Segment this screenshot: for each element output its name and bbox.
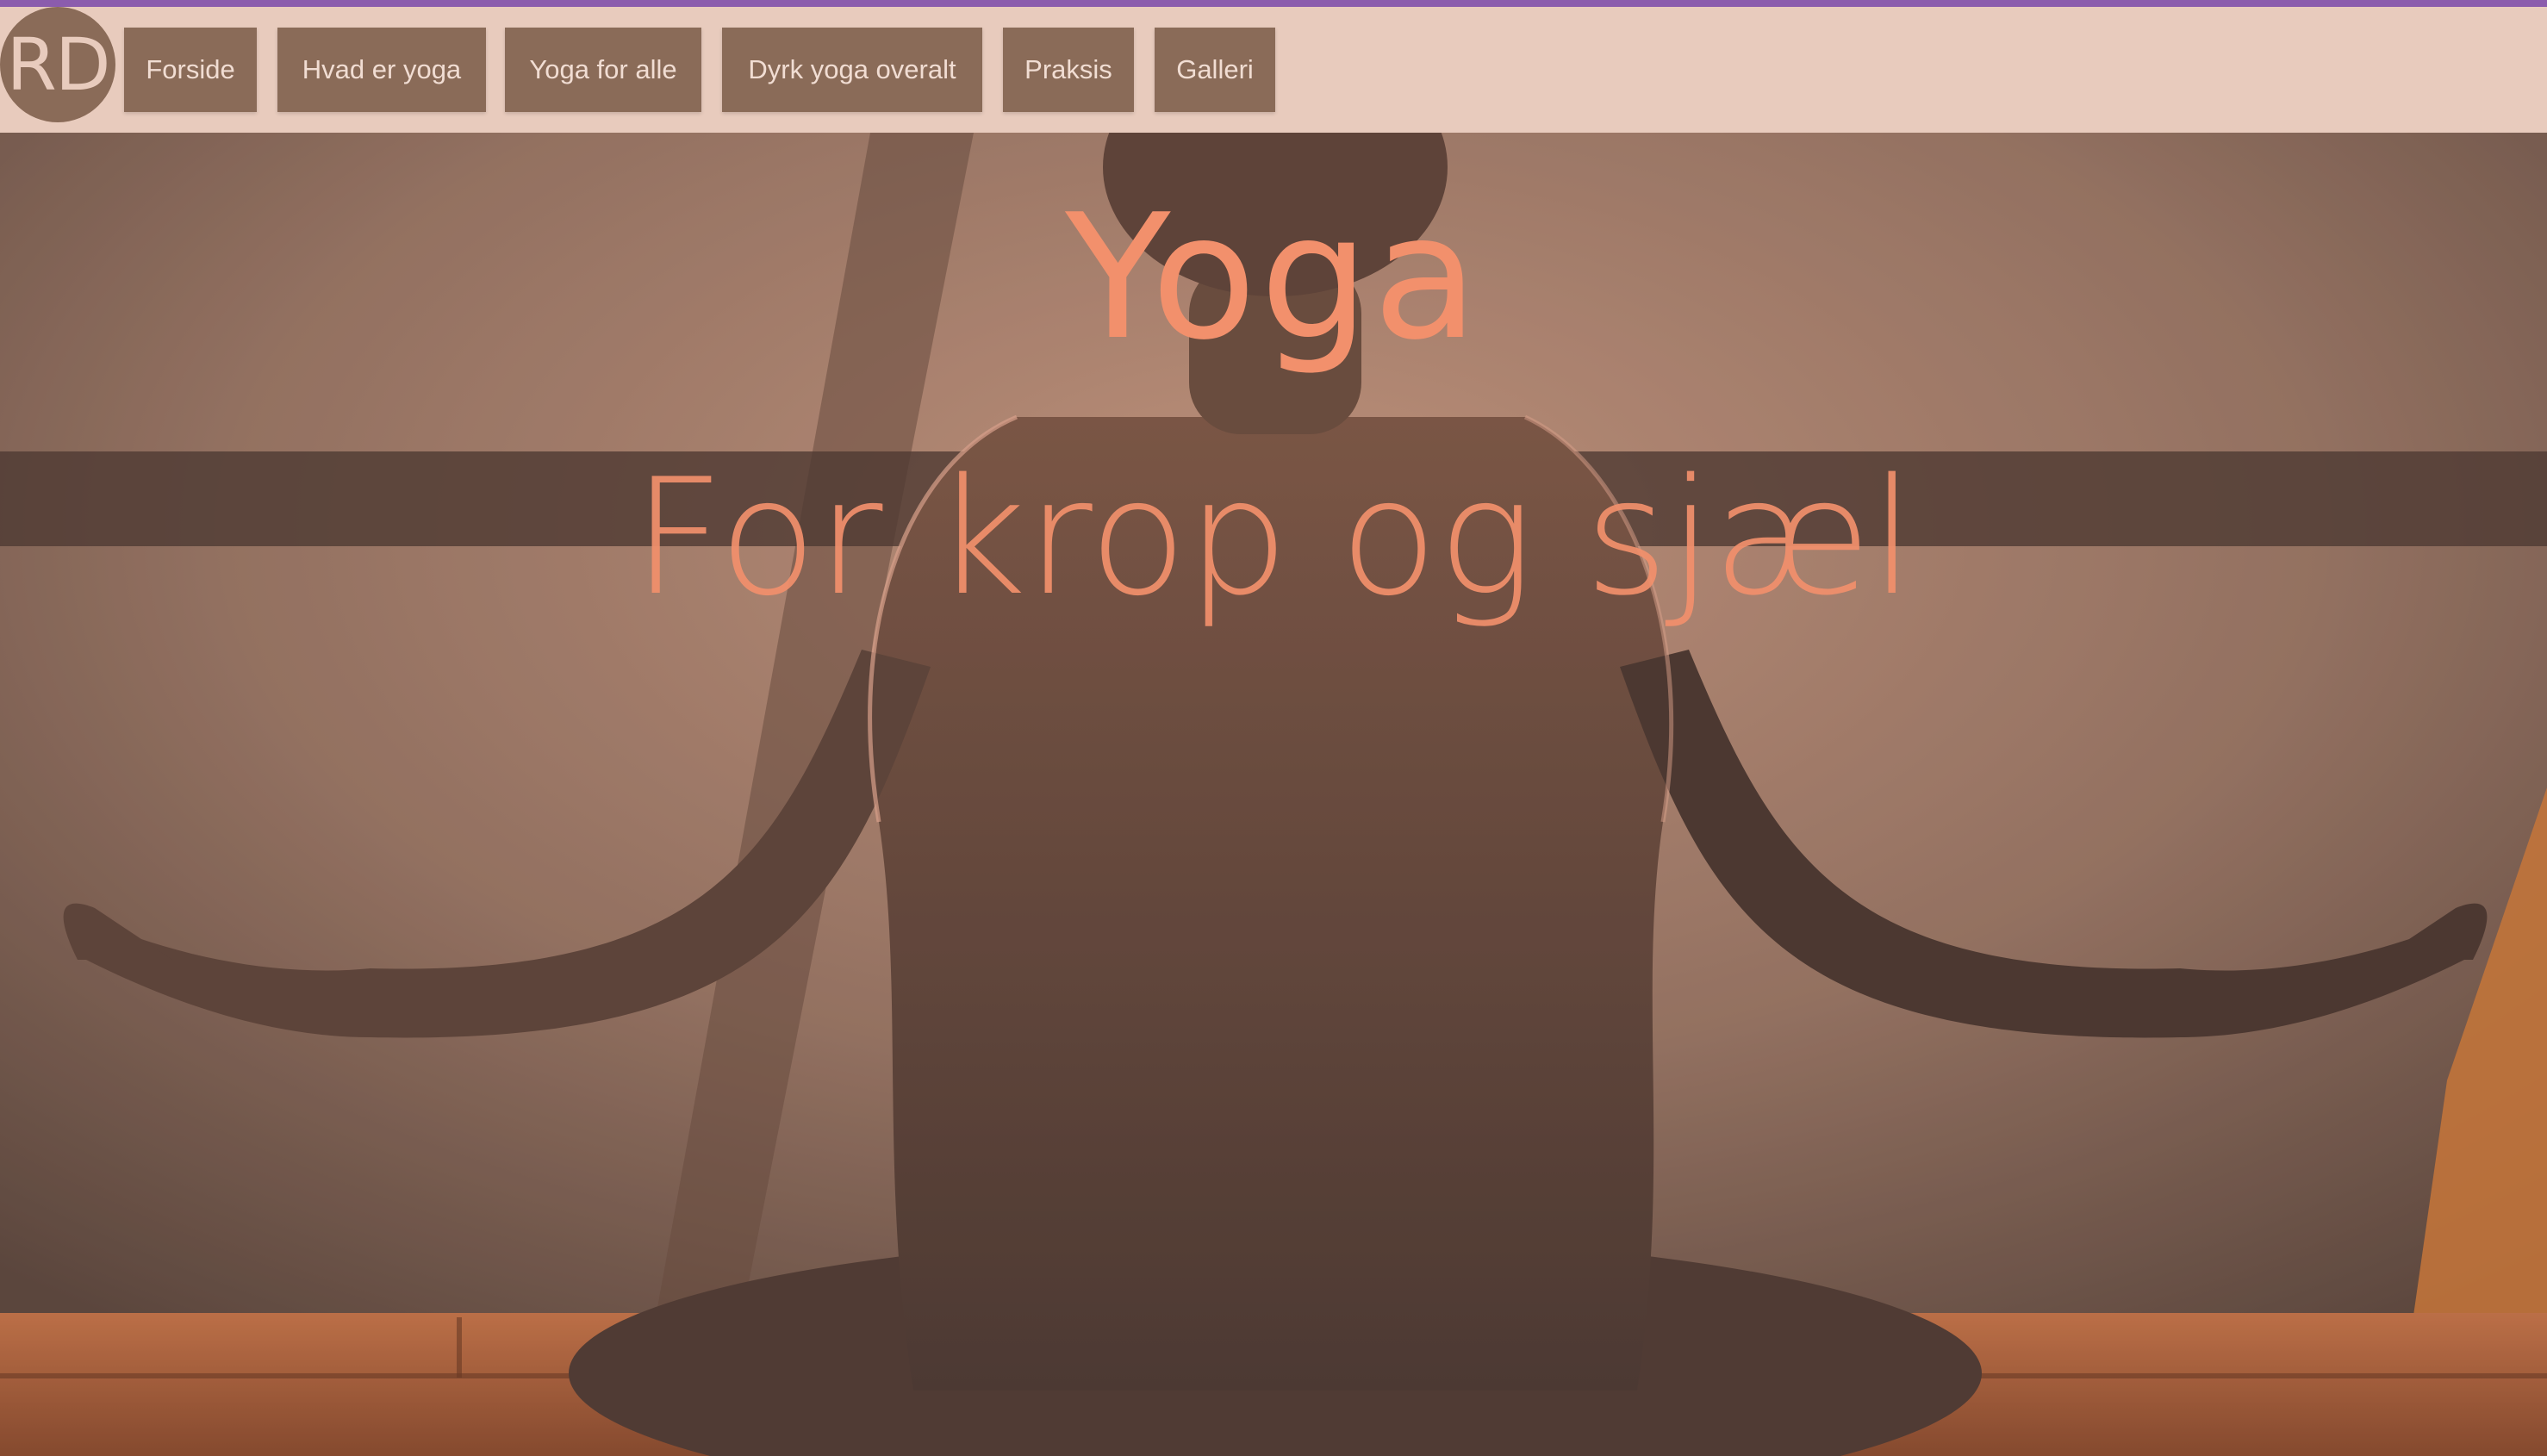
nav-item-yoga-for-alle[interactable]: Yoga for alle [505,28,701,112]
hero-subtitle: For krop og sjæl [632,444,1915,631]
navbar: RD Forside Hvad er yoga Yoga for alle Dy… [0,7,2547,133]
top-accent-bar [0,0,2547,7]
logo[interactable]: RD [0,7,115,122]
nav-item-forside[interactable]: Forside [124,28,257,112]
hero-section: Yoga For krop og sjæl [0,133,2547,1456]
hero-title: Yoga [1065,177,1482,378]
nav-item-hvad-er-yoga[interactable]: Hvad er yoga [277,28,486,112]
nav-item-praksis[interactable]: Praksis [1003,28,1134,112]
nav-item-dyrk-yoga-overalt[interactable]: Dyrk yoga overalt [722,28,982,112]
nav-item-galleri[interactable]: Galleri [1155,28,1275,112]
